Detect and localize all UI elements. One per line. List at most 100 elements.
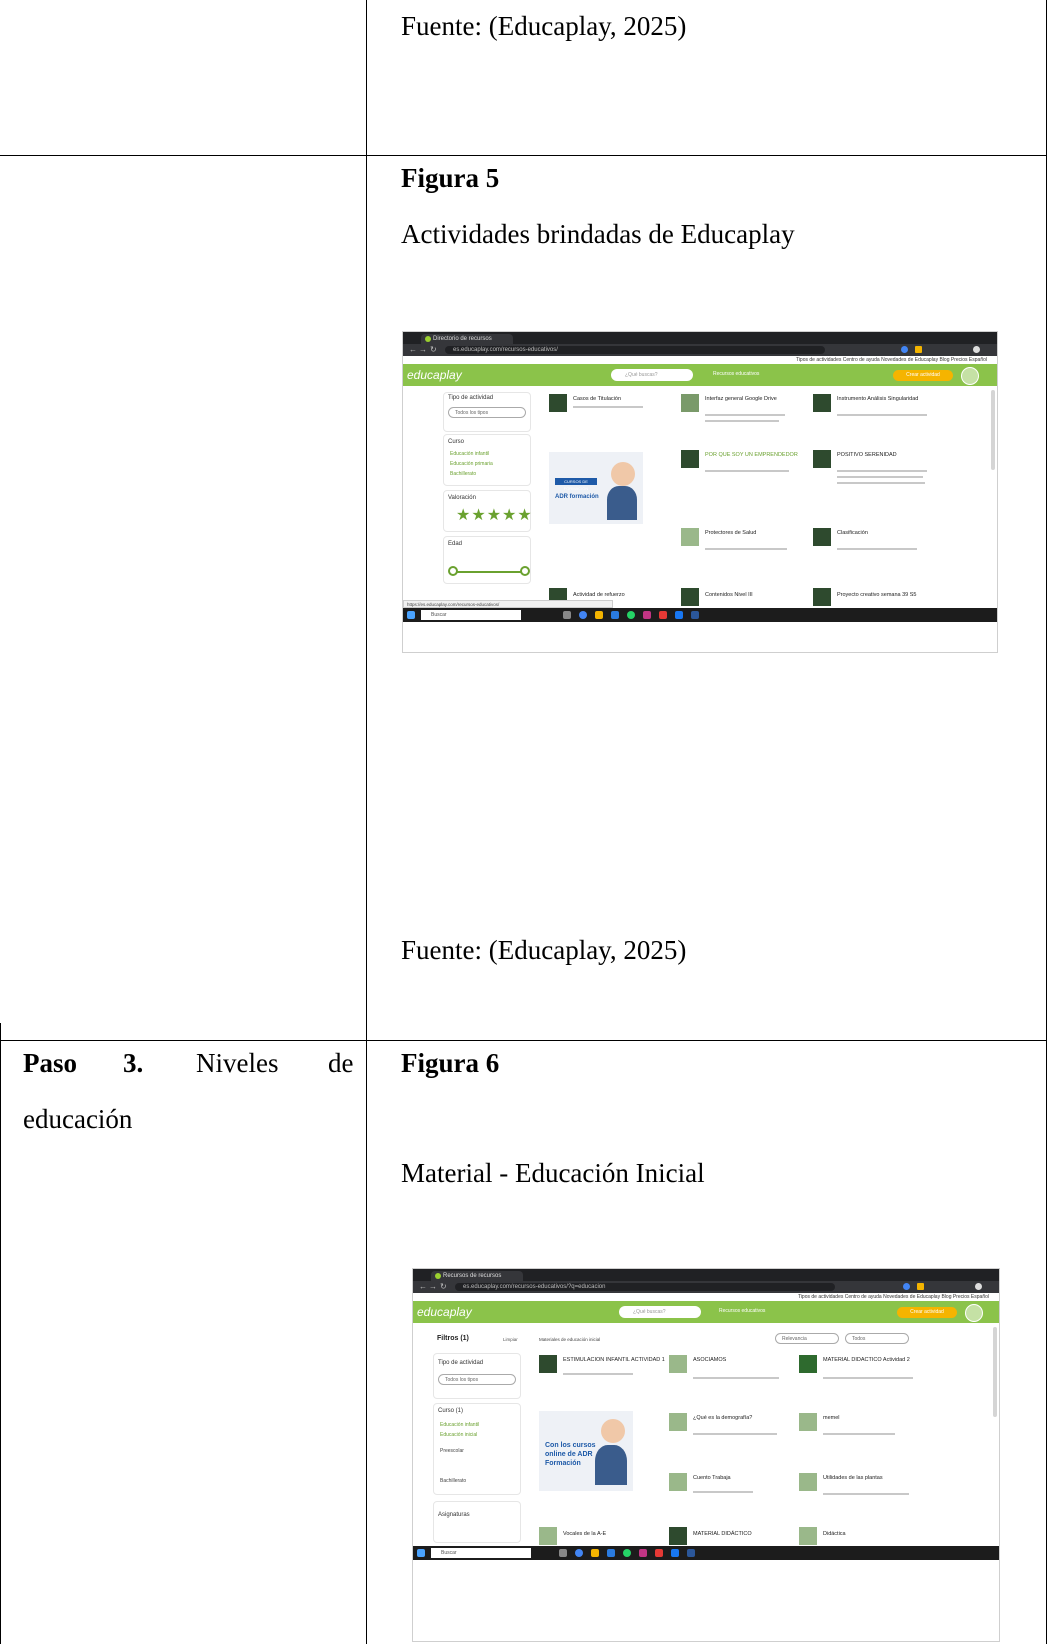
activity-icon: [799, 1527, 817, 1545]
activity-title: MATERIAL DIDACTICO Actividad 2: [823, 1357, 910, 1363]
age-slider-knob: [520, 566, 530, 576]
taskbar-app-icon: [639, 1549, 647, 1557]
table-column-divider: [366, 0, 367, 1644]
filter-course-title: Curso: [448, 439, 465, 445]
status-url: https://es.educaplay.com/recursos-educat…: [403, 600, 613, 608]
activity-icon: [681, 588, 699, 606]
filters-clear-link: Limpiar: [503, 1337, 518, 1342]
activity-meta: [693, 1377, 779, 1379]
figure6-label: Figura 6: [401, 1048, 500, 1078]
user-avatar: [965, 1304, 983, 1322]
activity-title: ESTIMULACION INFANTIL ACTIVIDAD 1: [563, 1357, 665, 1363]
activity-title: Cuento Trabaja: [693, 1475, 731, 1481]
promo-button: CURSOS DE FORMACIÓN: [555, 478, 597, 491]
filter-course-item: Bachillerato: [440, 1478, 467, 1484]
promo-banner: Con los cursos online de ADR Formación: [539, 1411, 633, 1491]
activity-icon: [669, 1473, 687, 1491]
educaplay-logo: educaplay: [417, 1305, 472, 1319]
activity-icon: [681, 394, 699, 412]
rating-box: Valoración ★★★★★: [443, 490, 532, 532]
activity-icon: [539, 1355, 557, 1373]
taskbar-app-icon: [607, 1549, 615, 1557]
taskbar-app-icon: [591, 1549, 599, 1557]
header-label: Recursos educativos: [719, 1308, 766, 1314]
browser-toolbar: ← → ↻ es.educaplay.com/recursos-educativ…: [413, 1281, 999, 1293]
address-bar: es.educaplay.com/recursos-educativos/?q=…: [455, 1283, 835, 1291]
activity-title: memel: [823, 1415, 840, 1421]
browser-toolbar: ← → ↻ es.educaplay.com/recursos-educativ…: [403, 344, 997, 356]
taskbar-app-icon: [687, 1549, 695, 1557]
taskbar-app-icon: [655, 1549, 663, 1557]
filter-type-box: Tipo de actividad Todos los tipos: [433, 1353, 521, 1399]
activity-title: MATERIAL DIDÁCTICO: [693, 1531, 752, 1537]
browser-tab-strip: Directorio de recursos educativ... ×: [403, 332, 997, 352]
favicon-icon: [435, 1273, 441, 1279]
step-title-line2: educación: [23, 1104, 133, 1134]
taskbar-app-icon: [671, 1549, 679, 1557]
activity-title: Vocales de la A-E: [563, 1531, 607, 1537]
taskbar-app-icon: [559, 1549, 567, 1557]
filter-type-select: Todos los tipos: [448, 407, 526, 418]
figure6-screenshot: Recursos de recursos educativ... × ← → ↻…: [412, 1268, 1000, 1642]
step-title-word: Niveles: [196, 1048, 279, 1078]
person-illustration: [611, 462, 635, 486]
filter-type-title: Tipo de actividad: [438, 1360, 484, 1366]
taskbar-search: Buscar: [431, 1548, 531, 1558]
age-slider-knob: [448, 566, 458, 576]
activity-title: Proyecto creativo semana 39 S5: [837, 592, 917, 598]
age-title: Edad: [448, 541, 463, 547]
results-text: Materiales de educación inicial: [539, 1337, 601, 1342]
header-label: Recursos educativos: [713, 371, 760, 377]
subjects-title: Asignaturas: [438, 1512, 470, 1518]
activity-meta: [837, 548, 917, 550]
site-search-input: ¿Qué buscas?: [619, 1306, 701, 1318]
filter-course-item: Preescolar: [440, 1448, 464, 1454]
step-word: Paso: [23, 1048, 77, 1078]
activity-icon: [813, 394, 831, 412]
figure6-caption: Material - Educación Inicial: [401, 1158, 705, 1188]
activity-meta: [837, 476, 923, 478]
activity-title: Actividad de refuerzo: [573, 592, 625, 598]
activity-title: Clasificación: [837, 530, 868, 536]
taskbar-app-icon: [579, 611, 587, 619]
person-illustration: [607, 486, 637, 520]
taskbar-app-icon: [563, 611, 571, 619]
site-top-links: Tipos de actividades Centro de ayuda Nov…: [413, 1293, 999, 1301]
scrollbar: [993, 1327, 997, 1417]
favicon-icon: [425, 336, 431, 342]
profile-icon: [973, 346, 980, 353]
activity-icon: [669, 1413, 687, 1431]
row1-source: Fuente: (Educaplay, 2025): [401, 11, 687, 41]
filter-type-box: Tipo de actividad Todos los tipos: [443, 392, 531, 432]
activity-title: Interfaz general Google Drive: [705, 396, 777, 402]
activity-title: POSITIVO SERENIDAD: [837, 452, 897, 458]
rating-title: Valoración: [448, 495, 476, 501]
windows-taskbar: Buscar: [403, 608, 997, 622]
user-avatar: [961, 367, 979, 385]
activity-icon: [799, 1413, 817, 1431]
activity-meta: [563, 1373, 633, 1375]
taskbar-app-icon: [623, 1549, 631, 1557]
promo-brand: ADR formación: [555, 494, 599, 500]
forward-icon: →: [429, 1282, 437, 1291]
filter-course-item: Bachillerato: [450, 471, 477, 477]
activity-meta: [837, 470, 927, 472]
activity-meta: [705, 470, 789, 472]
forward-icon: →: [419, 345, 427, 354]
activity-title: Protectores de Salud: [705, 530, 757, 536]
reload-icon: ↻: [430, 345, 437, 354]
promo-text: Con los cursos online de ADR Formación: [545, 1442, 596, 1467]
reload-icon: ↻: [440, 1282, 447, 1291]
filters-title: Filtros (1): [437, 1335, 469, 1342]
taskbar-app-icon: [659, 611, 667, 619]
browser-tab: Directorio de recursos educativ... ×: [421, 334, 513, 352]
activity-meta: [693, 1491, 753, 1493]
figure5-caption: Actividades brindadas de Educaplay: [401, 219, 795, 249]
activity-meta: [705, 420, 779, 422]
extension-icon: [917, 1283, 924, 1290]
age-slider: [452, 571, 526, 573]
taskbar-app-icon: [691, 611, 699, 619]
activity-meta: [837, 482, 925, 484]
activity-icon: [799, 1473, 817, 1491]
site-header: educaplay ¿Qué buscas? Recursos educativ…: [413, 1301, 999, 1323]
